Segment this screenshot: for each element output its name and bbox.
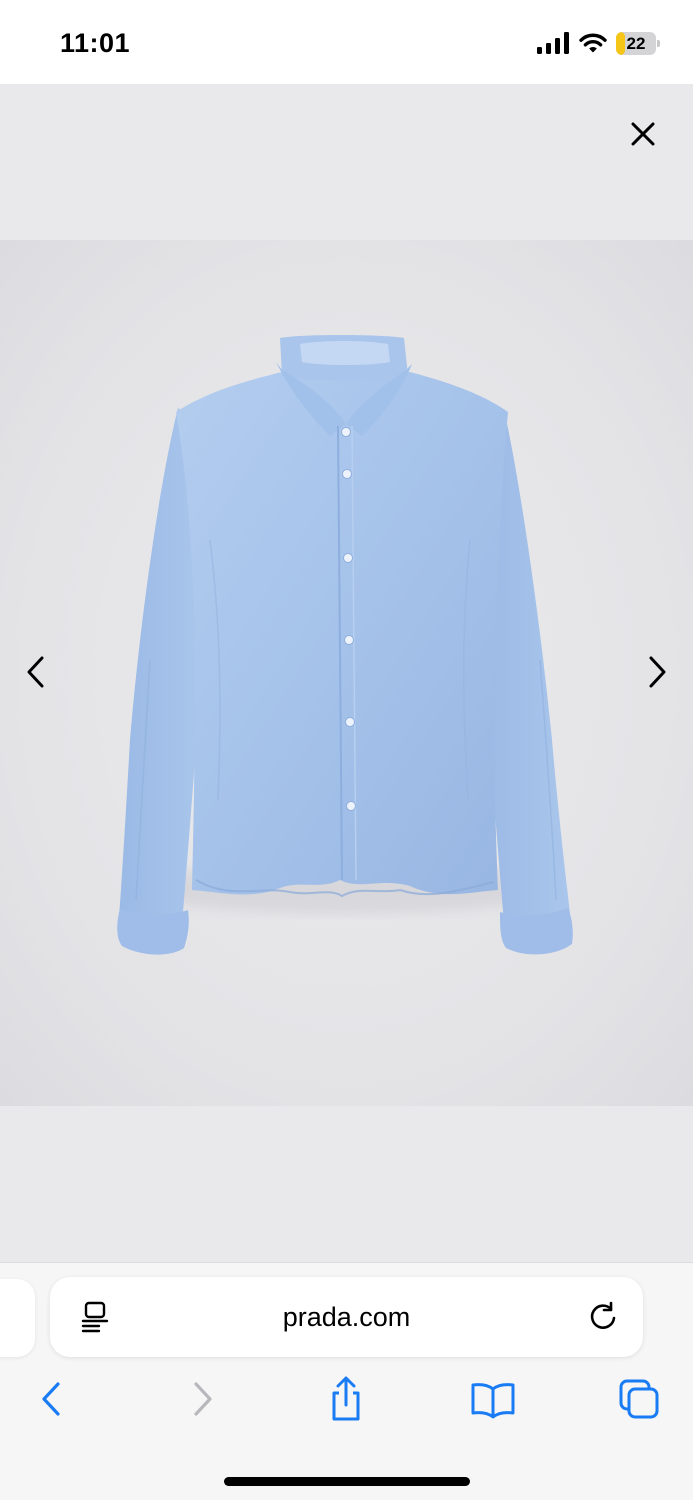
tabs-icon[interactable] [615,1375,663,1423]
forward-icon[interactable] [178,1375,226,1423]
chevron-left-icon[interactable] [14,648,58,696]
status-time: 11:01 [60,28,131,58]
address-bar[interactable]: prada.com [50,1277,643,1357]
product-image[interactable] [0,240,693,1106]
wifi-icon [579,33,607,53]
close-icon[interactable] [622,113,664,155]
chevron-right-icon[interactable] [635,648,679,696]
battery-icon: 22 [616,32,660,55]
shirt-illustration [117,335,573,955]
bookmarks-icon[interactable] [469,1375,517,1423]
status-bar: 11:01 22 [0,0,693,84]
page-menu-icon[interactable] [80,1300,110,1334]
browser-toolbar: prada.com [0,1262,693,1500]
previous-tab-preview[interactable] [0,1279,35,1357]
back-icon[interactable] [28,1375,76,1423]
reload-icon[interactable] [586,1300,620,1334]
home-indicator[interactable] [224,1477,470,1486]
battery-level: 22 [626,34,646,53]
cellular-signal-icon [537,32,569,54]
url-text[interactable]: prada.com [150,1277,543,1357]
share-icon[interactable] [322,1375,370,1423]
